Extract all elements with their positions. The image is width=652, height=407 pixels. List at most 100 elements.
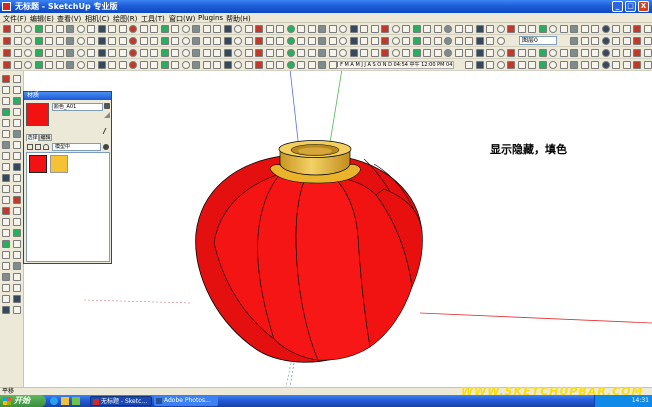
toolbar-tool-icon[interactable] bbox=[24, 25, 32, 33]
left-tool-icon[interactable] bbox=[2, 75, 10, 83]
left-tool-icon[interactable] bbox=[13, 196, 21, 204]
toolbar-tool-icon[interactable] bbox=[643, 61, 652, 69]
toolbar-tool-icon[interactable] bbox=[538, 49, 547, 57]
toolbar-tool-icon[interactable] bbox=[87, 25, 95, 33]
toolbar-tool-icon[interactable] bbox=[55, 25, 64, 33]
task-photoshop[interactable]: Adobe Photos... bbox=[154, 396, 218, 406]
toolbar-tool-icon[interactable] bbox=[381, 49, 389, 57]
toolbar-tool-icon[interactable] bbox=[297, 37, 305, 45]
left-tool-icon[interactable] bbox=[2, 163, 10, 171]
toolbar-tool-icon[interactable] bbox=[591, 25, 599, 33]
toolbar-tool-icon[interactable] bbox=[66, 37, 74, 45]
left-tool-icon[interactable] bbox=[13, 75, 21, 83]
toolbar-tool-icon[interactable] bbox=[108, 49, 116, 57]
toolbar-tool-icon[interactable] bbox=[297, 49, 305, 57]
toolbar-tool-icon[interactable] bbox=[318, 37, 326, 45]
toolbar-tool-icon[interactable] bbox=[160, 37, 169, 45]
toolbar-tool-icon[interactable] bbox=[244, 37, 253, 45]
toolbar-tool-icon[interactable] bbox=[202, 61, 211, 69]
left-tool-icon[interactable] bbox=[13, 262, 21, 270]
toolbar-tool-icon[interactable] bbox=[276, 61, 284, 69]
toolbar-tool-icon[interactable] bbox=[622, 49, 631, 57]
toolbar-tool-icon[interactable] bbox=[486, 61, 494, 69]
toolbar-tool-icon[interactable] bbox=[601, 37, 610, 45]
toolbar-tool-icon[interactable] bbox=[139, 37, 148, 45]
toolbar-tool-icon[interactable] bbox=[423, 49, 431, 57]
toolbar-tool-icon[interactable] bbox=[139, 61, 148, 69]
toolbar-tool-icon[interactable] bbox=[265, 61, 274, 69]
toolbar-tool-icon[interactable] bbox=[381, 37, 389, 45]
toolbar-tool-icon[interactable] bbox=[202, 25, 211, 33]
toolbar-tool-icon[interactable] bbox=[76, 37, 85, 45]
layer-select[interactable]: 图层0 bbox=[519, 36, 557, 45]
left-tool-icon[interactable] bbox=[2, 240, 10, 248]
toolbar-tool-icon[interactable] bbox=[465, 49, 473, 57]
scene-canvas[interactable] bbox=[24, 68, 652, 388]
toolbar-tool-icon[interactable] bbox=[433, 37, 442, 45]
left-tool-icon[interactable] bbox=[13, 97, 21, 105]
toolbar-tool-icon[interactable] bbox=[34, 61, 43, 69]
toolbar-tool-icon[interactable] bbox=[475, 61, 484, 69]
toolbar-tool-icon[interactable] bbox=[486, 49, 494, 57]
toolbar-tool-icon[interactable] bbox=[612, 37, 620, 45]
toolbar-tool-icon[interactable] bbox=[454, 37, 463, 45]
toolbar-tool-icon[interactable] bbox=[234, 61, 242, 69]
toolbar-tool-icon[interactable] bbox=[13, 49, 22, 57]
toolbar-tool-icon[interactable] bbox=[13, 61, 22, 69]
toolbar-tool-icon[interactable] bbox=[192, 25, 200, 33]
toolbar-tool-icon[interactable] bbox=[276, 49, 284, 57]
left-tool-icon[interactable] bbox=[13, 240, 21, 248]
toolbar-tool-icon[interactable] bbox=[160, 49, 169, 57]
toolbar-tool-icon[interactable] bbox=[55, 37, 64, 45]
left-tool-icon[interactable] bbox=[2, 86, 10, 94]
toolbar-tool-icon[interactable] bbox=[423, 37, 431, 45]
toolbar-tool-icon[interactable] bbox=[129, 37, 137, 45]
toolbar-tool-icon[interactable] bbox=[643, 25, 652, 33]
toolbar-tool-icon[interactable] bbox=[612, 49, 620, 57]
toolbar-tool-icon[interactable] bbox=[328, 61, 337, 69]
toolbar-tool-icon[interactable] bbox=[496, 49, 505, 57]
toolbar-tool-icon[interactable] bbox=[3, 49, 11, 57]
left-tool-icon[interactable] bbox=[2, 207, 10, 215]
toolbar-tool-icon[interactable] bbox=[402, 49, 410, 57]
toolbar-tool-icon[interactable] bbox=[549, 25, 557, 33]
toolbar-tool-icon[interactable] bbox=[286, 61, 295, 69]
toolbar-tool-icon[interactable] bbox=[139, 25, 148, 33]
toolbar-tool-icon[interactable] bbox=[108, 61, 116, 69]
toolbar-tool-icon[interactable] bbox=[454, 49, 463, 57]
left-tool-icon[interactable] bbox=[13, 185, 21, 193]
toolbar-tool-icon[interactable] bbox=[255, 61, 263, 69]
tab-edit[interactable]: 编辑 bbox=[39, 134, 52, 141]
toolbar-tool-icon[interactable] bbox=[591, 49, 599, 57]
toolbar-tool-icon[interactable] bbox=[129, 25, 137, 33]
left-tool-icon[interactable] bbox=[2, 306, 10, 314]
toolbar-tool-icon[interactable] bbox=[223, 61, 232, 69]
left-tool-icon[interactable] bbox=[2, 284, 10, 292]
toolbar-tool-icon[interactable] bbox=[496, 25, 505, 33]
toolbar-tool-icon[interactable] bbox=[517, 61, 526, 69]
toolbar-tool-icon[interactable] bbox=[328, 49, 337, 57]
toolbar-tool-icon[interactable] bbox=[622, 25, 631, 33]
toolbar-tool-icon[interactable] bbox=[622, 37, 631, 45]
toolbar-tool-icon[interactable] bbox=[244, 61, 253, 69]
toolbar-tool-icon[interactable] bbox=[412, 37, 421, 45]
toolbar-tool-icon[interactable] bbox=[423, 25, 431, 33]
left-tool-icon[interactable] bbox=[13, 306, 21, 314]
left-tool-icon[interactable] bbox=[13, 108, 21, 116]
toolbar-tool-icon[interactable] bbox=[108, 25, 116, 33]
details-icon[interactable] bbox=[103, 144, 109, 150]
toolbar-tool-icon[interactable] bbox=[339, 25, 347, 33]
toolbar-tool-icon[interactable] bbox=[150, 49, 158, 57]
toolbar-tool-icon[interactable] bbox=[3, 61, 11, 69]
toolbar-tool-icon[interactable] bbox=[307, 49, 316, 57]
toolbar-tool-icon[interactable] bbox=[633, 25, 641, 33]
toolbar-tool-icon[interactable] bbox=[370, 25, 379, 33]
left-tool-icon[interactable] bbox=[13, 152, 21, 160]
toolbar-tool-icon[interactable] bbox=[339, 37, 347, 45]
toolbar-tool-icon[interactable] bbox=[150, 61, 158, 69]
left-tool-icon[interactable] bbox=[2, 97, 10, 105]
left-tool-icon[interactable] bbox=[2, 152, 10, 160]
toolbar-tool-icon[interactable] bbox=[391, 37, 400, 45]
toolbar-tool-icon[interactable] bbox=[391, 25, 400, 33]
toolbar-tool-icon[interactable] bbox=[181, 37, 190, 45]
